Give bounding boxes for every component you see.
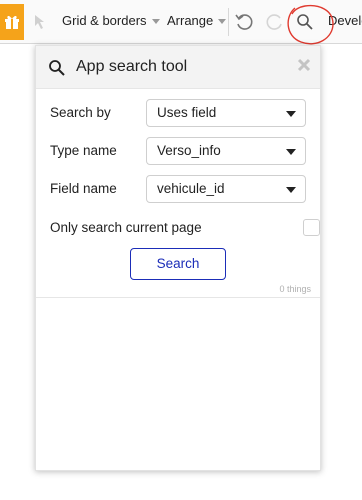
field-name-label: Field name — [50, 181, 117, 196]
current-page-label: Only search current page — [50, 220, 202, 235]
app-search-panel: App search tool Search by Uses field Typ… — [35, 45, 321, 471]
top-toolbar: Grid & borders Arrange Develo — [0, 0, 362, 45]
current-page-row: Only search current page — [50, 214, 320, 244]
close-icon[interactable] — [297, 58, 311, 72]
results-divider — [36, 297, 320, 298]
develop-menu[interactable]: Develo — [328, 13, 362, 28]
chevron-down-icon — [286, 111, 296, 117]
arrange-menu[interactable]: Arrange — [167, 13, 227, 28]
arrange-label: Arrange — [167, 13, 214, 28]
search-by-value: Uses field — [157, 105, 217, 120]
chevron-down-icon — [218, 18, 227, 24]
type-name-label: Type name — [50, 143, 117, 158]
redo-icon[interactable] — [265, 12, 285, 32]
panel-header: App search tool — [36, 46, 320, 89]
search-by-row: Search by Uses field — [50, 99, 306, 129]
search-by-label: Search by — [50, 105, 111, 120]
current-page-checkbox[interactable] — [303, 219, 320, 236]
grid-borders-menu[interactable]: Grid & borders — [62, 13, 160, 28]
chevron-down-icon — [286, 149, 296, 155]
search-button[interactable]: Search — [130, 248, 226, 280]
type-name-select[interactable]: Verso_info — [146, 137, 306, 165]
field-name-row: Field name vehicule_id — [50, 175, 306, 205]
arrow-cursor-icon[interactable] — [33, 14, 49, 30]
field-name-select[interactable]: vehicule_id — [146, 175, 306, 203]
undo-icon[interactable] — [234, 12, 254, 32]
search-icon — [49, 60, 65, 76]
chevron-down-icon — [151, 18, 160, 24]
chevron-down-icon — [286, 187, 296, 193]
type-name-value: Verso_info — [157, 143, 221, 158]
gift-icon[interactable] — [0, 4, 24, 40]
type-name-row: Type name Verso_info — [50, 137, 306, 167]
results-count: 0 things — [279, 284, 311, 294]
grid-borders-label: Grid & borders — [62, 13, 147, 28]
field-name-value: vehicule_id — [157, 181, 225, 196]
search-by-select[interactable]: Uses field — [146, 99, 306, 127]
toolbar-divider — [228, 8, 229, 36]
panel-title: App search tool — [76, 58, 188, 75]
search-icon[interactable] — [296, 13, 314, 31]
